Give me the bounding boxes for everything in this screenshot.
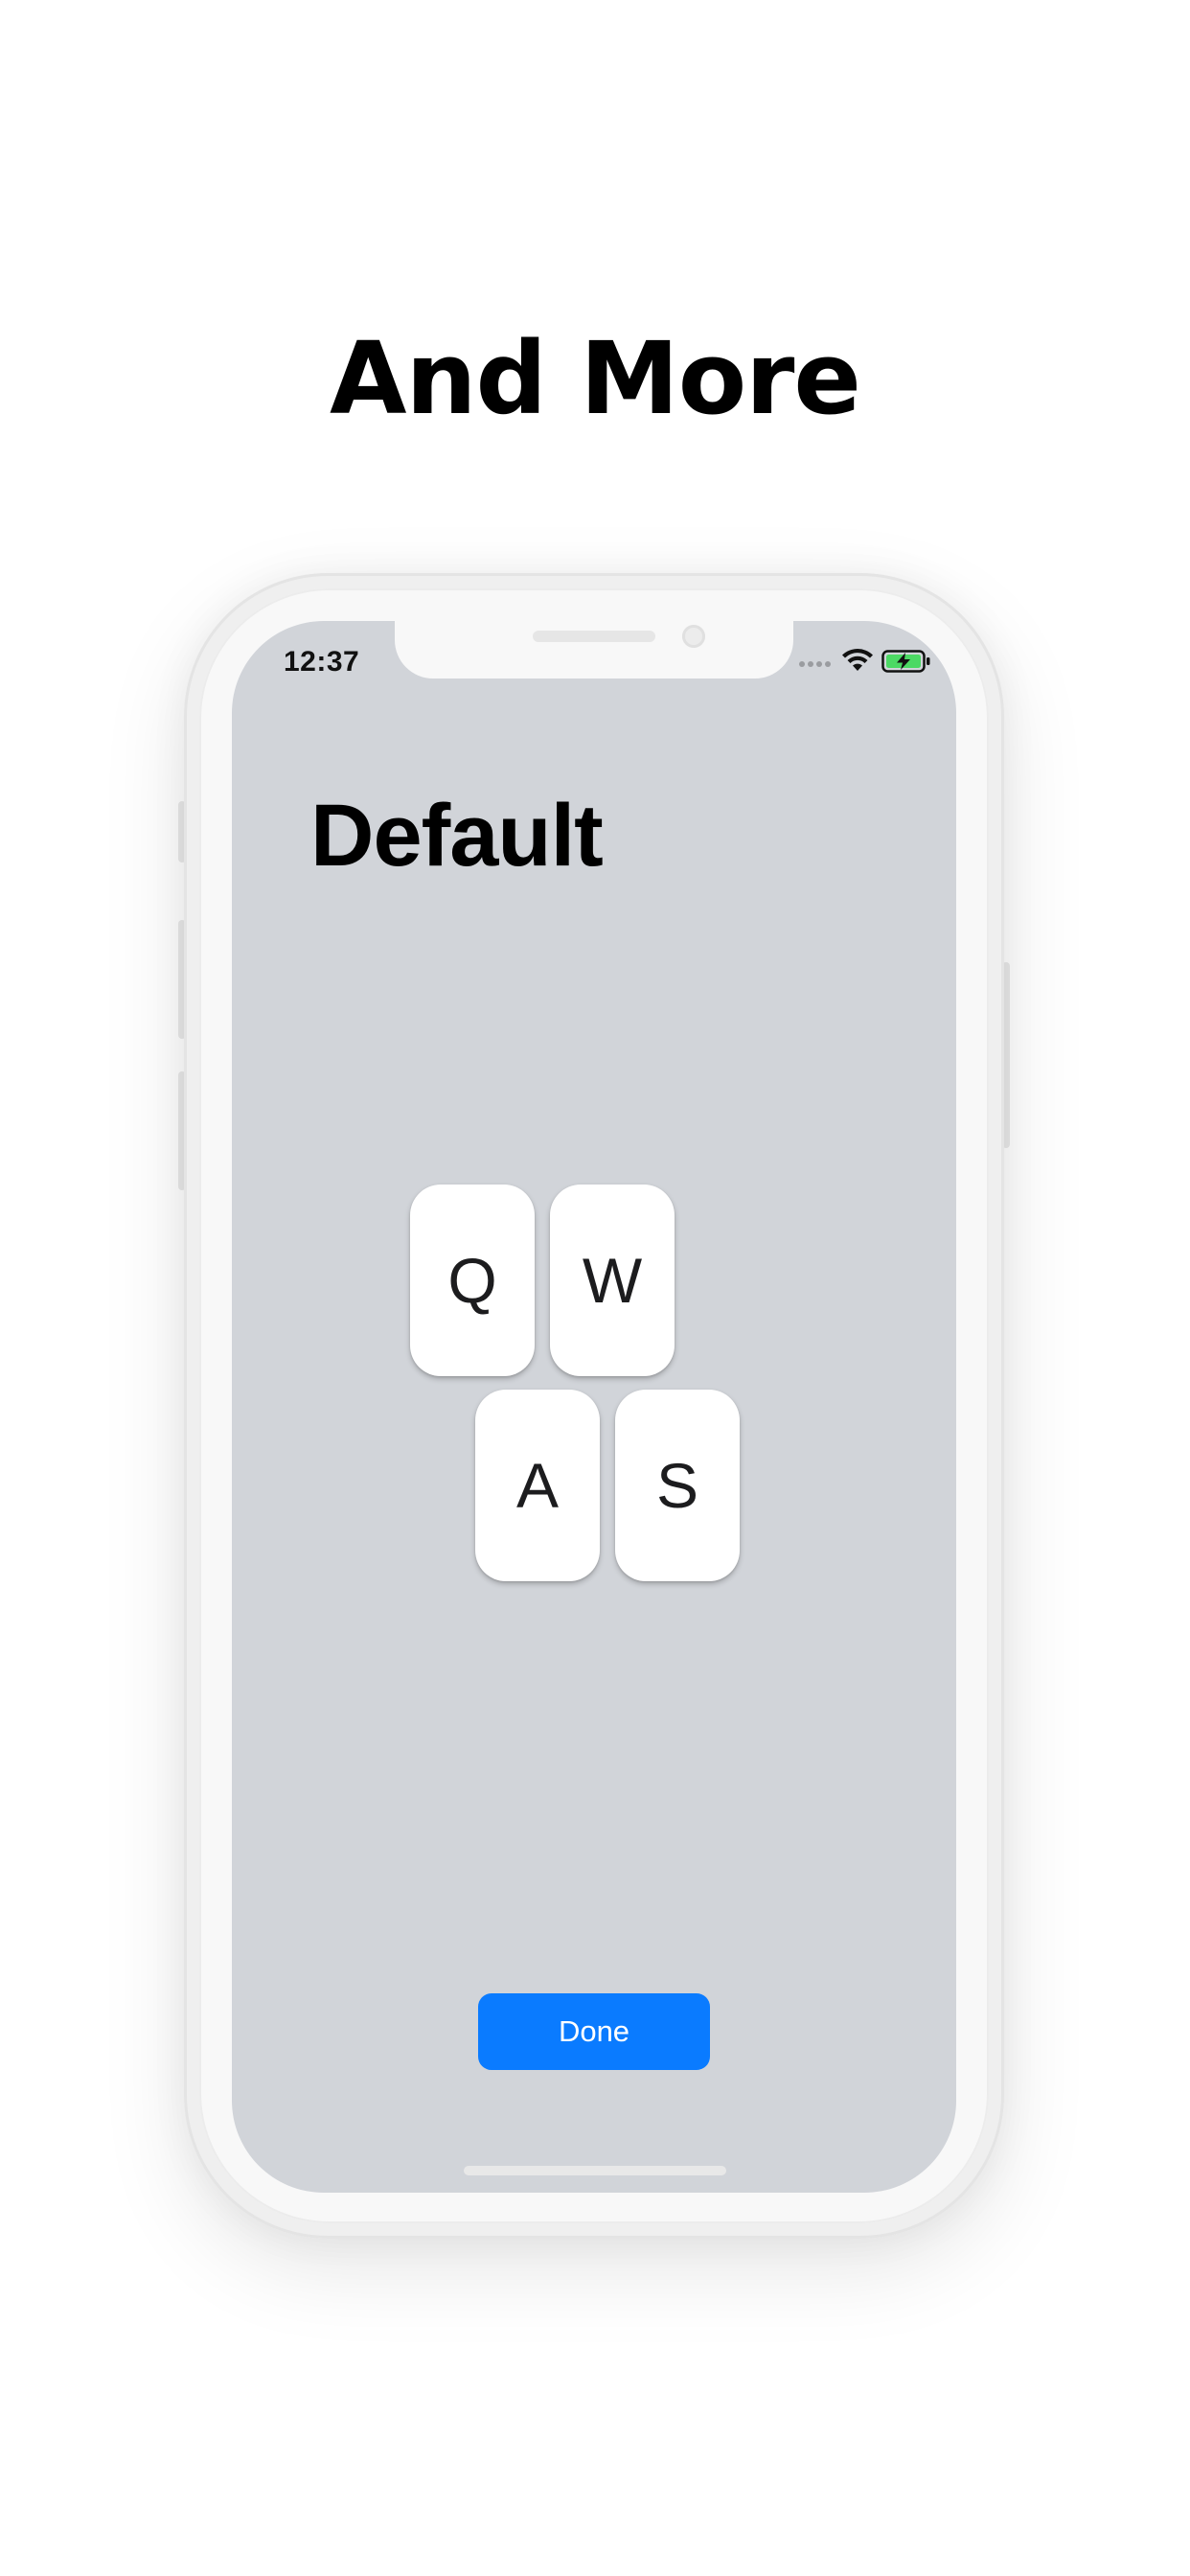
home-indicator[interactable] [464, 2166, 726, 2175]
done-button[interactable]: Done [478, 1993, 710, 2070]
key-w[interactable]: W [550, 1184, 675, 1376]
status-time: 12:37 [284, 646, 360, 678]
speaker-grille [533, 631, 655, 642]
key-a-label: A [515, 1450, 560, 1521]
battery-charging-icon [881, 650, 930, 673]
key-w-label: W [582, 1245, 643, 1316]
signal-dots-icon [799, 661, 834, 669]
front-camera [682, 625, 705, 648]
key-a[interactable]: A [475, 1390, 600, 1581]
wifi-icon [842, 649, 873, 671]
key-q[interactable]: Q [410, 1184, 535, 1376]
key-s[interactable]: S [615, 1390, 740, 1581]
marketing-headline: And More [330, 320, 861, 437]
marketing-page: And More 12:37 Default Q W A S Done [0, 0, 1190, 2576]
notch [395, 621, 793, 678]
key-s-label: S [655, 1450, 699, 1521]
screen-title: Default [310, 787, 604, 885]
phone-screen: 12:37 Default Q W A S Done [232, 621, 956, 2193]
key-q-label: Q [447, 1245, 497, 1316]
